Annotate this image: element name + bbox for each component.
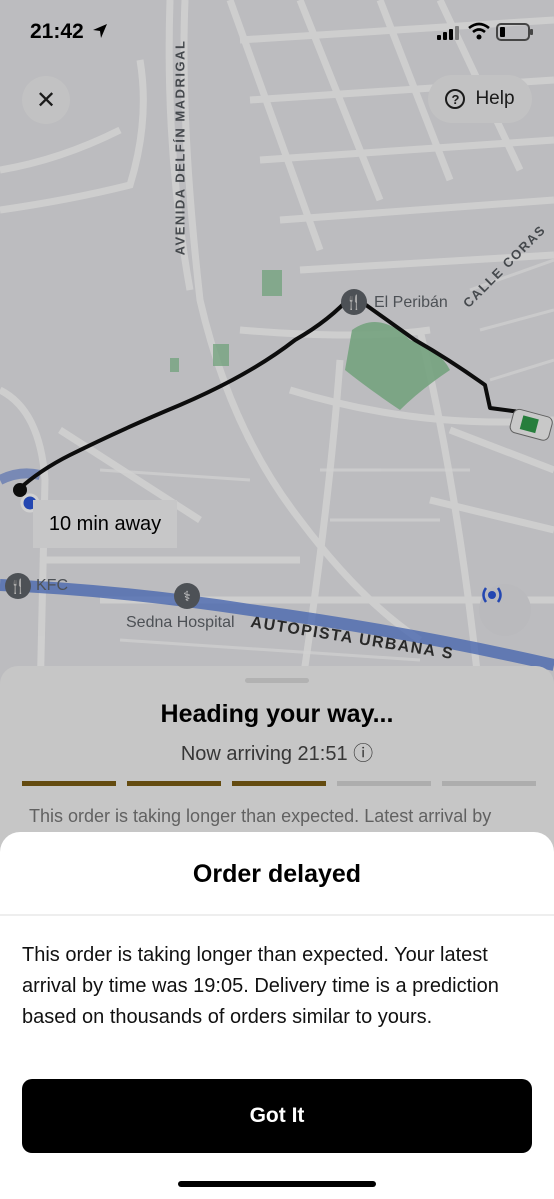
home-indicator[interactable] xyxy=(178,1181,376,1187)
modal-divider xyxy=(0,914,554,916)
modal-body: This order is taking longer than expecte… xyxy=(22,944,499,1028)
order-delayed-modal: Order delayed This order is taking longe… xyxy=(0,832,554,1199)
modal-title: Order delayed xyxy=(192,860,362,888)
got-it-button[interactable]: Got It xyxy=(22,1079,532,1153)
